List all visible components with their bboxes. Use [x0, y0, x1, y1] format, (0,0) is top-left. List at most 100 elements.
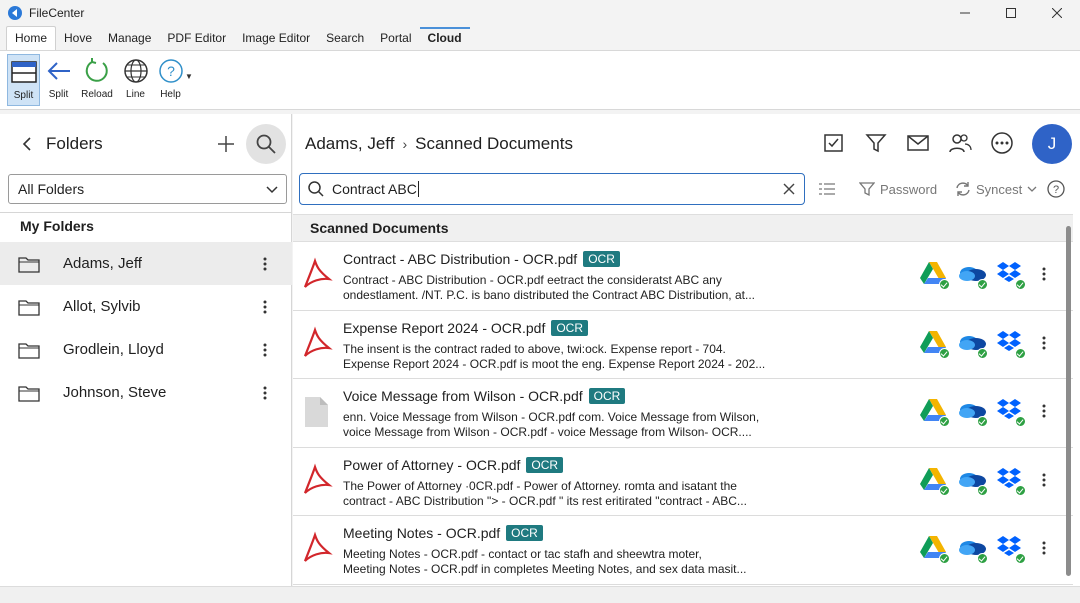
tab-manage[interactable]: Manage: [100, 27, 159, 50]
password-label: Password: [880, 181, 938, 197]
folder-more-icon[interactable]: [259, 342, 271, 358]
google-drive-icon: [919, 329, 951, 359]
tab-cloud[interactable]: Cloud: [419, 27, 470, 50]
tab-pdf-editor[interactable]: PDF Editor: [159, 27, 234, 50]
documents-pane: Adams, Jeff › Scanned Documents J Contra…: [293, 114, 1080, 586]
document-title: Power of Attorney - OCR.pdf OCR: [343, 456, 564, 473]
cloud-sync-status: [919, 397, 1033, 427]
folder-more-icon[interactable]: [259, 385, 271, 401]
tab-portal[interactable]: Portal: [372, 27, 419, 50]
more-horizontal-icon: [991, 132, 1013, 154]
document-name: Expense Report 2024 - OCR.pdf: [343, 319, 546, 336]
filter-icon: [865, 134, 887, 153]
maximize-icon: [1006, 8, 1016, 18]
folder-filter-select[interactable]: All Folders: [8, 174, 287, 204]
tab-hove[interactable]: Hove: [56, 27, 100, 50]
dropbox-icon: [995, 260, 1027, 290]
list-header: Scanned Documents: [293, 214, 1073, 242]
document-list: Contract - ABC Distribution - OCR.pdf OCR…: [293, 242, 1073, 585]
back-chevron-icon[interactable]: [20, 137, 34, 151]
onedrive-icon: [957, 329, 989, 359]
password-button[interactable]: Password: [859, 181, 937, 197]
filter-button[interactable]: [861, 128, 891, 158]
document-list-scrollbar[interactable]: [1066, 222, 1072, 582]
document-more-icon[interactable]: [1039, 472, 1049, 488]
folder-icon: [18, 298, 40, 316]
folder-item-grodlein-lloyd[interactable]: Grodlein, Lloyd: [0, 328, 292, 371]
document-row[interactable]: Voice Message from Wilson - OCR.pdf OCR e…: [293, 379, 1073, 448]
document-snippet-line: The insent is the contract raded to abov…: [343, 341, 726, 356]
tab-home[interactable]: Home: [6, 26, 57, 50]
ocr-badge: OCR: [506, 525, 543, 541]
user-avatar[interactable]: J: [1032, 124, 1072, 164]
reload-button[interactable]: Reload: [77, 54, 117, 106]
help-dropdown-caret-icon[interactable]: ▼: [185, 72, 193, 81]
document-more-icon[interactable]: [1039, 540, 1049, 556]
back-arrow-icon: [45, 57, 73, 85]
folders-pane: Folders All Folders My Folders Adams, Je…: [0, 114, 292, 586]
app-title: FileCenter: [29, 6, 85, 20]
minimize-button[interactable]: [942, 0, 988, 26]
document-search-input[interactable]: Contract ABC: [299, 173, 805, 205]
document-more-icon[interactable]: [1039, 335, 1049, 351]
ocr-badge: OCR: [526, 456, 564, 473]
help-label: Help: [160, 89, 181, 100]
folder-more-icon[interactable]: [259, 299, 271, 315]
document-title: Meeting Notes - OCR.pdf OCR: [343, 525, 543, 541]
document-snippet-line: voice Message from Wilson - OCR.pdf - vo…: [343, 425, 752, 439]
document-row[interactable]: Power of Attorney - OCR.pdf OCR The Power…: [293, 448, 1073, 516]
split-back-label: Split: [48, 89, 69, 100]
onedrive-icon: [957, 397, 989, 427]
help-circle-icon[interactable]: ?: [1047, 180, 1065, 198]
folder-more-icon[interactable]: [259, 256, 271, 272]
document-name: Voice Message from Wilson - OCR.pdf: [343, 388, 583, 404]
plus-icon: [218, 136, 234, 152]
document-more-icon[interactable]: [1039, 266, 1049, 282]
dropbox-icon: [995, 534, 1027, 564]
generic-file-icon: [299, 394, 333, 430]
document-title: Expense Report 2024 - OCR.pdf OCR: [343, 319, 589, 336]
scrollbar-thumb[interactable]: [1066, 226, 1071, 576]
folder-item-johnson-steve[interactable]: Johnson, Steve: [0, 371, 292, 414]
chevron-down-icon: [266, 186, 278, 194]
maximize-button[interactable]: [988, 0, 1034, 26]
folder-icon: [18, 255, 40, 273]
document-more-icon[interactable]: [1039, 403, 1049, 419]
folder-search-button[interactable]: [246, 124, 286, 164]
document-title: Voice Message from Wilson - OCR.pdf OCR: [343, 388, 626, 404]
sort-options-icon[interactable]: [819, 182, 835, 196]
line-label: Line: [126, 89, 145, 100]
breadcrumb-separator: ›: [402, 136, 408, 152]
breadcrumb: Adams, Jeff › Scanned Documents: [305, 134, 573, 154]
document-row[interactable]: Contract - ABC Distribution - OCR.pdf OCR…: [293, 242, 1073, 311]
sync-icon: [956, 182, 970, 196]
line-button[interactable]: Line: [119, 54, 152, 106]
document-name: Meeting Notes - OCR.pdf: [343, 525, 501, 541]
dropbox-icon: [995, 397, 1027, 427]
add-folder-button[interactable]: [216, 134, 236, 154]
close-window-button[interactable]: [1034, 0, 1080, 26]
more-options-button[interactable]: [987, 128, 1017, 158]
folder-item-adams-jeff[interactable]: Adams, Jeff: [0, 242, 292, 285]
breadcrumb-folder[interactable]: Adams, Jeff: [305, 134, 394, 154]
tab-image-editor[interactable]: Image Editor: [234, 27, 318, 50]
split-back-button[interactable]: Split: [42, 54, 75, 106]
minimize-icon: [960, 12, 970, 14]
tab-search[interactable]: Search: [318, 27, 372, 50]
share-users-button[interactable]: [945, 128, 975, 158]
clear-search-icon[interactable]: [782, 182, 796, 196]
select-button[interactable]: [819, 128, 849, 158]
folder-item-allot-sylvib[interactable]: Allot, Sylvib: [0, 285, 292, 328]
svg-text:?: ?: [1053, 184, 1059, 196]
split-view-button[interactable]: Split: [7, 54, 40, 106]
help-button[interactable]: ? Help: [154, 54, 187, 106]
email-button[interactable]: [903, 128, 933, 158]
cloud-sync-status: [919, 260, 1033, 290]
document-row[interactable]: Expense Report 2024 - OCR.pdf OCR The ins…: [293, 311, 1073, 379]
folders-title: Folders: [46, 134, 103, 153]
document-name: Contract - ABC Distribution - OCR.pdf: [343, 251, 578, 267]
sync-dropdown-button[interactable]: Syncest: [955, 181, 1037, 197]
google-drive-icon: [919, 397, 951, 427]
document-row[interactable]: Meeting Notes - OCR.pdf OCR Meeting Notes…: [293, 516, 1073, 585]
search-icon: [308, 181, 324, 197]
